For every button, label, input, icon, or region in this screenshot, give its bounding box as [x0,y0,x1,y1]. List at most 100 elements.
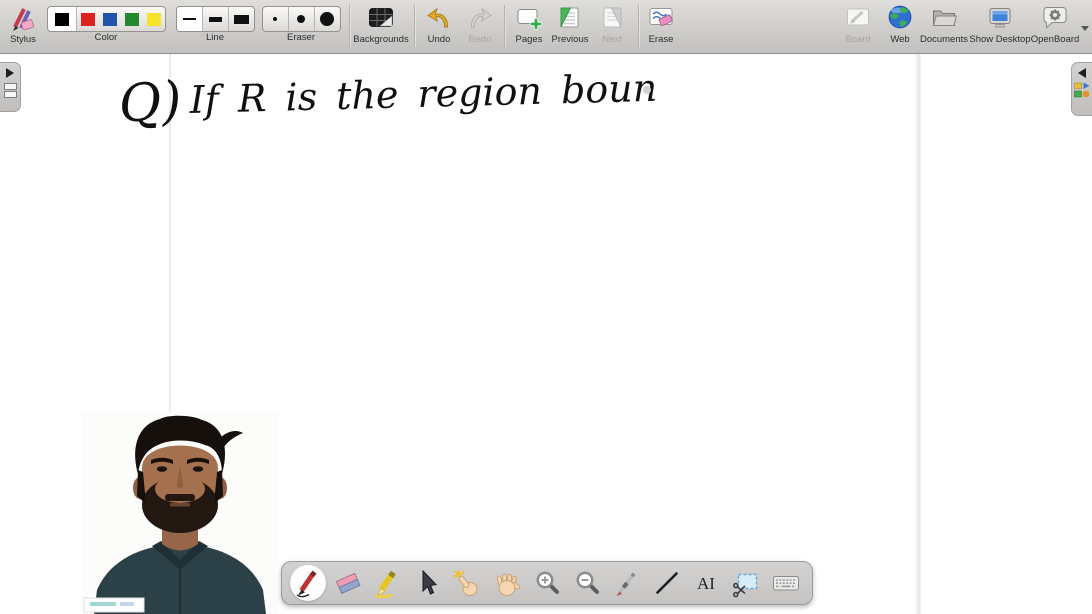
web-globe-icon [886,2,914,34]
highlighter-icon [373,568,403,598]
zoom-out-icon [572,568,602,598]
hand-icon [492,568,522,598]
line-thin-button[interactable] [177,7,203,31]
color-group: Color [46,2,166,43]
whiteboard-canvas[interactable]: Q) If R is the region boun [0,54,1092,614]
undo-icon [425,2,453,34]
toolbar-overflow-arrow-icon[interactable] [1081,26,1089,31]
page-edge-line [916,54,921,614]
laser-pointer-tool[interactable] [607,563,647,603]
openboard-menu-label: OpenBoard [1031,34,1080,45]
eraser-tool[interactable] [328,563,368,603]
capture-icon [731,568,761,598]
show-desktop-icon [986,2,1014,34]
zoom-out-tool[interactable] [567,563,607,603]
pen-icon [293,568,323,598]
show-desktop-button[interactable]: Show Desktop [968,2,1032,45]
pages-label: Pages [516,34,543,45]
redo-icon [466,2,494,34]
backgrounds-icon [367,2,395,34]
eraser-icon [333,568,363,598]
expand-left-icon [1078,68,1086,78]
toolbar-separator [414,5,416,47]
library-icon [1074,82,1090,98]
text-tool[interactable]: AI [686,563,726,603]
library-panel-tab[interactable] [1071,62,1092,116]
zoom-in-icon [532,568,562,598]
text-tool-icon: AI [691,568,721,598]
color-swatch-blue[interactable] [99,7,121,31]
redo-label: Redo [469,34,492,45]
pages-icon [515,2,543,34]
board-mode-label: Board [845,34,870,45]
handwriting-question-number: Q) [117,71,184,135]
line-group: Line [176,2,254,43]
web-mode-button[interactable]: Web [884,2,916,45]
pen-tool[interactable] [288,563,328,603]
next-page-label: Next [602,34,622,45]
board-mode-button: Board [838,2,878,45]
handwriting-ink: Q) If R is the region boun [96,56,696,152]
toolbar-separator [504,5,506,47]
documents-label: Documents [920,34,968,45]
laser-pointer-icon [612,568,642,598]
keyboard-icon [771,568,801,598]
pen-cursor-dot [643,86,651,94]
color-swatch-black[interactable] [48,7,77,31]
line-thick-button[interactable] [229,7,254,31]
capture-tool[interactable] [726,563,766,603]
color-swatch-yellow[interactable] [143,7,165,31]
eraser-small-button[interactable] [263,7,289,31]
next-page-icon [598,2,626,34]
next-page-button: Next [595,2,629,45]
undo-label: Undo [428,34,451,45]
stylus-label: Stylus [10,34,36,45]
erase-button[interactable]: Erase [641,2,681,45]
previous-page-label: Previous [552,34,589,45]
line-tool[interactable] [647,563,687,603]
undo-button[interactable]: Undo [419,2,459,45]
zoom-in-tool[interactable] [527,563,567,603]
stylus-button[interactable]: Stylus [2,2,44,45]
openboard-app: Stylus Color Line [0,0,1092,614]
cursor-arrow-icon [412,568,442,598]
show-desktop-label: Show Desktop [969,34,1030,45]
selector-tool[interactable] [408,563,448,603]
color-label: Color [95,32,118,43]
stylus-palette: AI [281,561,813,605]
eraser-group: Eraser [262,2,340,43]
documents-folder-icon [930,2,958,34]
backgrounds-button[interactable]: Backgrounds [350,2,412,45]
svg-text:AI: AI [697,574,715,593]
top-toolbar: Stylus Color Line [0,0,1092,54]
documents-button[interactable]: Documents [918,2,970,45]
openboard-gear-icon [1041,2,1069,34]
left-panel-tab[interactable] [0,62,21,112]
highlighter-tool[interactable] [368,563,408,603]
keyboard-tool[interactable] [766,563,806,603]
web-mode-label: Web [890,34,909,45]
eraser-medium-button[interactable] [289,7,315,31]
redo-button: Redo [460,2,500,45]
previous-page-button[interactable]: Previous [546,2,594,45]
presenter-webcam [82,412,278,614]
backgrounds-label: Backgrounds [353,34,408,45]
pages-button[interactable]: Pages [509,2,549,45]
eraser-large-button[interactable] [315,7,340,31]
line-medium-button[interactable] [203,7,229,31]
magic-finger-icon [452,568,482,598]
toolbar-separator [638,5,640,47]
pages-panel-icon [4,82,17,98]
interact-tool[interactable] [447,563,487,603]
erase-icon [647,2,675,34]
eraser-label: Eraser [287,32,315,43]
color-swatch-red[interactable] [77,7,99,31]
color-swatch-green[interactable] [121,7,143,31]
line-label: Line [206,32,224,43]
erase-label: Erase [649,34,674,45]
openboard-menu-button[interactable]: OpenBoard [1028,2,1082,45]
board-mode-icon [844,2,872,34]
scroll-hand-tool[interactable] [487,563,527,603]
stylus-icon [8,2,38,34]
expand-right-icon [6,68,14,78]
